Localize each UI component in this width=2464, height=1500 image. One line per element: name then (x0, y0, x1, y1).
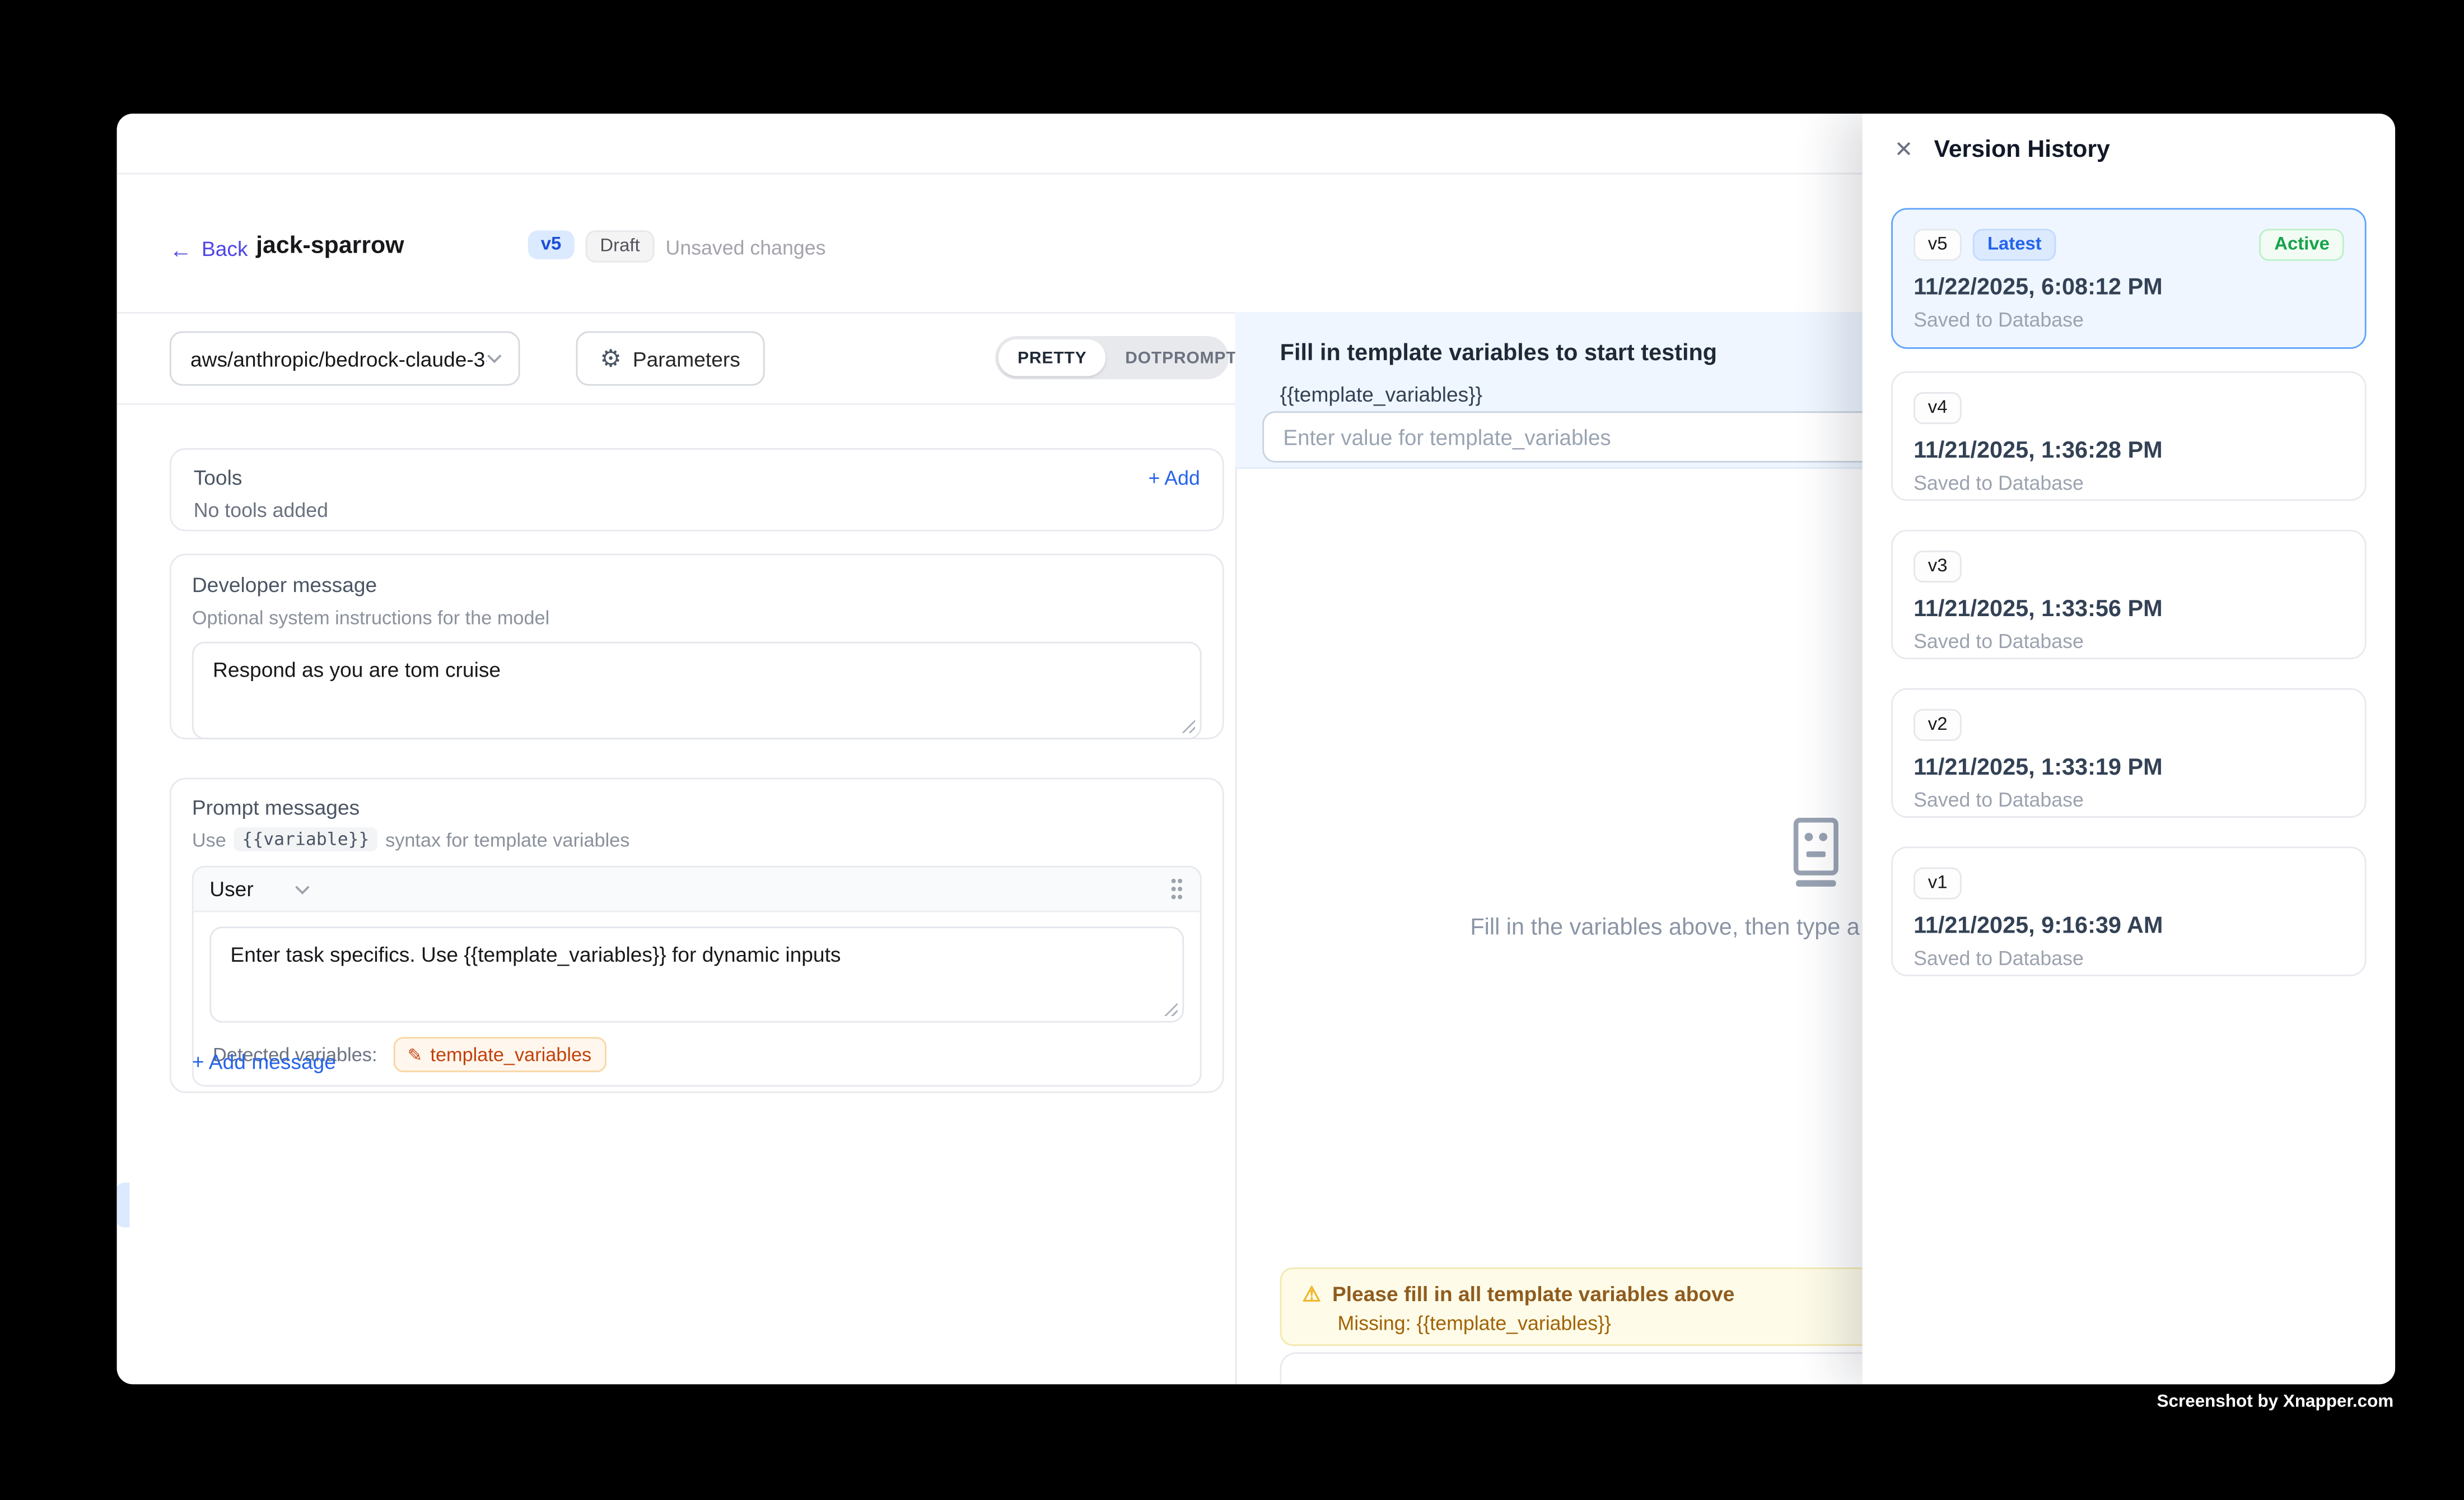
back-arrow-icon: ← (170, 237, 192, 260)
prompt-messages-label: Prompt messages (192, 795, 1202, 819)
watermark: Screenshot by Xnapper.com (2157, 1392, 2394, 1412)
version-saved-status: Saved to Database (1914, 631, 2344, 653)
prompt-messages-card: Prompt messages Use {{variable}} syntax … (170, 778, 1224, 1093)
version-badge: v5 (528, 230, 574, 259)
hint-prefix: Use (192, 828, 226, 851)
model-select[interactable]: aws/anthropic/bedrock-claude-3-5-s... (170, 331, 520, 385)
back-button[interactable]: ← Back (170, 237, 248, 261)
version-saved-status: Saved to Database (1914, 472, 2344, 495)
page-title: jack-sparrow (256, 232, 404, 259)
back-label: Back (202, 237, 248, 261)
hint-suffix: syntax for template variables (385, 828, 629, 851)
model-select-value: aws/anthropic/bedrock-claude-3-5-s... (190, 347, 487, 371)
format-toggle: PRETTY DOTPROMPT (995, 336, 1229, 379)
version-card-v3[interactable]: v3 11/21/2025, 1:33:56 PM Saved to Datab… (1891, 530, 2367, 659)
version-history-header: ✕ Version History (1863, 114, 2395, 184)
version-saved-status: Saved to Database (1914, 947, 2344, 970)
version-date: 11/21/2025, 1:36:28 PM (1914, 439, 2344, 464)
tools-empty-text: No tools added (194, 499, 1200, 521)
prompt-messages-hint: Use {{variable}} syntax for template var… (192, 827, 1202, 851)
developer-message-label: Developer message (192, 573, 1202, 597)
user-message-input[interactable]: Enter task specifics. Use {{template_var… (211, 928, 1182, 1021)
version-history-panel: ✕ Version History v5 Latest Active 11/22… (1863, 114, 2395, 1385)
version-history-title: Version History (1934, 135, 2110, 162)
chevron-down-icon (295, 884, 311, 894)
parameters-label: Parameters (633, 347, 740, 371)
screenshot-canvas: ← Back jack-sparrow v5 Draft Unsaved cha… (0, 0, 2464, 1500)
developer-message-card: Developer message Optional system instru… (170, 554, 1224, 739)
page-header: ← Back jack-sparrow v5 Draft Unsaved cha… (117, 173, 1235, 313)
warning-title-text: Please fill in all template variables ab… (1332, 1282, 1734, 1306)
pencil-icon: ✎ (408, 1044, 422, 1065)
add-tool-button[interactable]: + Add (1148, 467, 1200, 489)
version-date: 11/21/2025, 1:33:56 PM (1914, 597, 2344, 623)
tools-label: Tools (194, 465, 242, 490)
message-role-select[interactable]: User (209, 877, 311, 901)
version-id-badge: v4 (1914, 392, 1962, 424)
model-row-divider (117, 403, 1235, 405)
version-card-v1[interactable]: v1 11/21/2025, 9:16:39 AM Saved to Datab… (1891, 846, 2367, 976)
robot-face-icon (1786, 818, 1844, 888)
version-card-v2[interactable]: v2 11/21/2025, 1:33:19 PM Saved to Datab… (1891, 688, 2367, 818)
variable-syntax-chip: {{variable}} (234, 827, 377, 851)
tools-card: Tools + Add No tools added (170, 448, 1224, 532)
latest-badge: Latest (1973, 229, 2056, 261)
version-date: 11/21/2025, 1:33:19 PM (1914, 756, 2344, 781)
version-card-v5[interactable]: v5 Latest Active 11/22/2025, 6:08:12 PM … (1891, 208, 2367, 348)
left-edge-tab[interactable] (117, 1182, 130, 1227)
parameters-button[interactable]: ⚙ Parameters (576, 331, 764, 385)
message-header: User (194, 868, 1200, 912)
active-badge: Active (2260, 229, 2344, 261)
template-variable-input[interactable] (1262, 411, 1886, 462)
message-block: User Enter task specifics. Use {{templat… (192, 866, 1202, 1087)
version-date: 11/21/2025, 9:16:39 AM (1914, 914, 2344, 939)
drag-handle-icon[interactable] (1170, 877, 1184, 901)
version-card-v4[interactable]: v4 11/21/2025, 1:36:28 PM Saved to Datab… (1891, 371, 2367, 501)
version-saved-status: Saved to Database (1914, 309, 2344, 331)
close-icon[interactable]: ✕ (1894, 138, 1914, 160)
model-toolbar: aws/anthropic/bedrock-claude-3-5-s... ⚙ … (117, 312, 1235, 403)
version-id-badge: v1 (1914, 868, 1962, 900)
draft-badge: Draft (586, 230, 655, 262)
app-window: ← Back jack-sparrow v5 Draft Unsaved cha… (117, 114, 2396, 1385)
add-message-button[interactable]: + Add message (192, 1050, 336, 1074)
version-id-badge: v5 (1914, 229, 1962, 261)
version-saved-status: Saved to Database (1914, 789, 2344, 812)
template-variable-label: {{template_variables}} (1280, 383, 1482, 407)
toggle-pretty[interactable]: PRETTY (998, 339, 1106, 376)
unsaved-changes-label: Unsaved changes (666, 237, 826, 259)
banner-title: Fill in template variables to start test… (1280, 341, 1717, 367)
warning-icon: ⚠ (1303, 1283, 1321, 1304)
version-id-badge: v2 (1914, 709, 1962, 741)
developer-message-input[interactable]: Respond as you are tom cruise (194, 644, 1200, 738)
detected-variable-name: template_variables (430, 1044, 591, 1066)
version-id-badge: v3 (1914, 551, 1962, 583)
developer-message-hint: Optional system instructions for the mod… (192, 607, 1202, 629)
toggle-dotprompt[interactable]: DOTPROMPT (1106, 339, 1256, 376)
detected-variable-chip[interactable]: ✎ template_variables (393, 1037, 606, 1072)
chevron-down-icon (487, 353, 503, 363)
message-role-value: User (209, 877, 253, 901)
gear-icon: ⚙ (600, 347, 621, 371)
version-date: 11/22/2025, 6:08:12 PM (1914, 275, 2344, 301)
